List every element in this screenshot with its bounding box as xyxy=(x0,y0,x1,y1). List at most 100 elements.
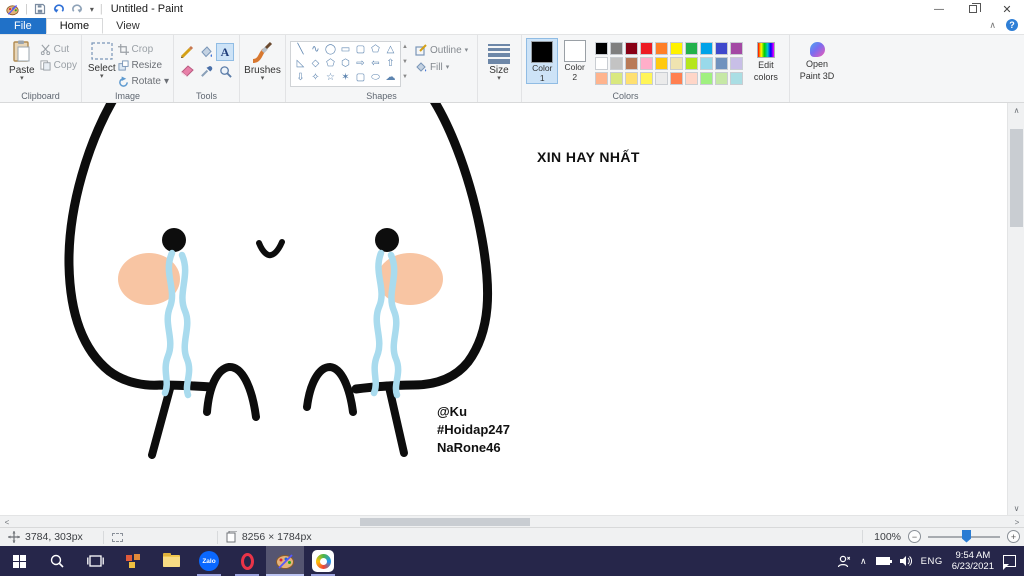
palette-swatch-18[interactable] xyxy=(714,57,728,70)
paint-taskbar-button[interactable] xyxy=(266,546,304,576)
palette-swatch-16[interactable] xyxy=(684,57,698,70)
palette-swatch-4[interactable] xyxy=(654,42,668,55)
horizontal-scroll-thumb[interactable] xyxy=(360,518,530,526)
qat-customize-button[interactable]: ▾ xyxy=(90,5,94,14)
palette-swatch-17[interactable] xyxy=(699,57,713,70)
brushes-button[interactable]: Brushes ▾ xyxy=(244,38,281,82)
palette-swatch-23[interactable] xyxy=(639,72,653,85)
palette-swatch-0[interactable] xyxy=(594,42,608,55)
palette-swatch-20[interactable] xyxy=(594,72,608,85)
shape-18[interactable]: ▢ xyxy=(353,71,368,85)
palette-swatch-2[interactable] xyxy=(624,42,638,55)
palette-swatch-8[interactable] xyxy=(714,42,728,55)
resize-button[interactable]: Resize xyxy=(117,58,170,72)
speaker-icon[interactable] xyxy=(899,555,912,567)
palette-swatch-15[interactable] xyxy=(669,57,683,70)
redo-button[interactable] xyxy=(71,3,84,15)
palette-swatch-14[interactable] xyxy=(654,57,668,70)
collapse-ribbon-icon[interactable]: ∧ xyxy=(989,20,996,31)
palette-swatch-7[interactable] xyxy=(699,42,713,55)
people-icon[interactable] xyxy=(837,555,851,568)
palette-swatch-9[interactable] xyxy=(729,42,743,55)
palette-swatch-6[interactable] xyxy=(684,42,698,55)
palette-swatch-10[interactable] xyxy=(594,57,608,70)
vertical-scroll-thumb[interactable] xyxy=(1010,129,1023,227)
shape-11[interactable]: ⇨ xyxy=(353,57,368,71)
zoom-slider-thumb[interactable] xyxy=(962,529,971,543)
shape-10[interactable]: ⬡ xyxy=(338,57,353,71)
cut-button[interactable]: Cut xyxy=(40,42,77,56)
color2-button[interactable]: Color 2 xyxy=(558,38,590,82)
zoom-slider[interactable] xyxy=(928,529,1000,543)
palette-swatch-19[interactable] xyxy=(729,57,743,70)
palette-swatch-24[interactable] xyxy=(654,72,668,85)
language-indicator[interactable]: ENG xyxy=(921,556,943,567)
minimize-button[interactable]: — xyxy=(922,0,956,18)
shape-0[interactable]: ╲ xyxy=(293,43,308,57)
shape-15[interactable]: ✧ xyxy=(308,71,323,85)
shape-12[interactable]: ⇦ xyxy=(368,57,383,71)
shape-7[interactable]: ◺ xyxy=(293,57,308,71)
opera-button[interactable] xyxy=(228,546,266,576)
open-paint3d-button[interactable]: Open Paint 3D xyxy=(794,38,840,81)
shape-9[interactable]: ⬠ xyxy=(323,57,338,71)
paint-app-icon[interactable] xyxy=(6,3,19,16)
shape-20[interactable]: ☁ xyxy=(383,71,398,85)
shape-8[interactable]: ◇ xyxy=(308,57,323,71)
shape-19[interactable]: ⬭ xyxy=(368,71,383,85)
shape-1[interactable]: ∿ xyxy=(308,43,323,57)
palette-swatch-13[interactable] xyxy=(639,57,653,70)
color-picker-tool[interactable] xyxy=(197,62,215,80)
shape-14[interactable]: ⇩ xyxy=(293,71,308,85)
paste-button[interactable]: Paste ▾ xyxy=(4,38,40,82)
palette-swatch-25[interactable] xyxy=(669,72,683,85)
help-icon[interactable]: ? xyxy=(1006,19,1018,31)
size-button[interactable]: Size ▾ xyxy=(482,38,516,82)
shape-6[interactable]: △ xyxy=(383,43,398,57)
close-button[interactable]: ✕ xyxy=(990,0,1024,18)
eraser-tool[interactable] xyxy=(178,62,196,80)
restore-button[interactable] xyxy=(956,0,990,18)
zoom-in-button[interactable]: + xyxy=(1007,530,1020,543)
shape-3[interactable]: ▭ xyxy=(338,43,353,57)
edit-colors-button[interactable]: Edit colors xyxy=(747,38,785,82)
taskbar-app-tiles[interactable] xyxy=(114,546,152,576)
shape-16[interactable]: ☆ xyxy=(323,71,338,85)
file-explorer-button[interactable] xyxy=(152,546,190,576)
fill-button[interactable]: Fill ▾ xyxy=(415,61,468,73)
shape-5[interactable]: ⬠ xyxy=(368,43,383,57)
battery-icon[interactable] xyxy=(875,557,892,565)
tray-expand-icon[interactable]: ∧ xyxy=(860,556,867,567)
palette-swatch-1[interactable] xyxy=(609,42,623,55)
rotate-button[interactable]: Rotate ▾ xyxy=(118,74,169,88)
palette-swatch-22[interactable] xyxy=(624,72,638,85)
scroll-up-arrow[interactable]: ∧ xyxy=(1008,103,1024,117)
drawing-canvas[interactable]: XIN HAY NHẤT @Ku #Hoidap247 NaRone46 xyxy=(0,103,1007,515)
palette-swatch-5[interactable] xyxy=(669,42,683,55)
save-button[interactable] xyxy=(34,3,46,15)
palette-swatch-21[interactable] xyxy=(609,72,623,85)
tab-view[interactable]: View xyxy=(103,18,153,34)
horizontal-scrollbar[interactable]: < > xyxy=(0,515,1024,527)
outline-button[interactable]: Outline ▾ xyxy=(415,44,468,56)
palette-swatch-3[interactable] xyxy=(639,42,653,55)
shape-13[interactable]: ⇧ xyxy=(383,57,398,71)
copy-button[interactable]: Copy xyxy=(40,58,77,72)
fill-tool[interactable] xyxy=(197,43,215,61)
shape-4[interactable]: ▢ xyxy=(353,43,368,57)
magnifier-tool[interactable] xyxy=(216,62,234,80)
vertical-scrollbar[interactable]: ∧ ∨ xyxy=(1007,103,1024,515)
palette-swatch-27[interactable] xyxy=(699,72,713,85)
taskbar-search-button[interactable] xyxy=(38,546,76,576)
crop-button[interactable]: Crop xyxy=(117,42,170,56)
palette-swatch-11[interactable] xyxy=(609,57,623,70)
palette-swatch-26[interactable] xyxy=(684,72,698,85)
text-tool[interactable]: A xyxy=(216,43,234,61)
pencil-tool[interactable] xyxy=(178,43,196,61)
shape-17[interactable]: ✶ xyxy=(338,71,353,85)
tab-file[interactable]: File xyxy=(0,18,46,34)
tab-home[interactable]: Home xyxy=(45,18,104,34)
action-center-icon[interactable] xyxy=(1003,555,1016,570)
shapes-scroll-down[interactable]: ▼ xyxy=(402,59,408,65)
coccoc-button[interactable] xyxy=(304,546,342,576)
